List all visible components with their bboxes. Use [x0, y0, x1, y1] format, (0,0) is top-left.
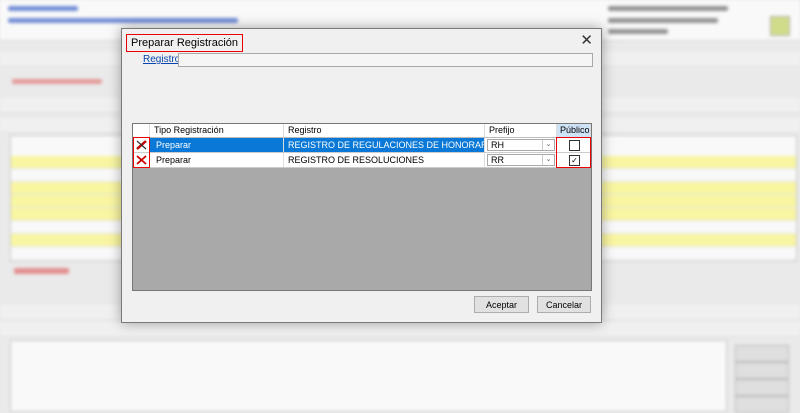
cell-registro[interactable]: REGISTRO DE REGULACIONES DE HONORARIOS — [284, 138, 485, 152]
grid-header: Tipo Registración Registro Prefijo Públi… — [133, 124, 591, 138]
table-row[interactable]: Preparar REGISTRO DE REGULACIONES DE HON… — [133, 138, 591, 153]
prefijo-value: RH — [491, 140, 504, 150]
registros-grid: Tipo Registración Registro Prefijo Públi… — [132, 123, 592, 291]
column-tipo-registracion[interactable]: Tipo Registración — [150, 124, 284, 137]
publico-highlight — [556, 137, 591, 168]
background-lower-table — [10, 340, 727, 412]
cell-prefijo: RR ⌄ — [485, 153, 557, 167]
cell-tipo[interactable]: Preparar — [150, 138, 284, 152]
prefijo-dropdown[interactable]: RH ⌄ — [487, 139, 555, 151]
cancelar-button[interactable]: Cancelar — [537, 296, 591, 313]
preparar-registracion-dialog: Preparar Registración ✕ Registro : Tipo … — [121, 28, 602, 323]
row-header-column — [133, 124, 150, 137]
aceptar-button[interactable]: Aceptar — [474, 296, 529, 313]
table-row[interactable]: Preparar REGISTRO DE RESOLUCIONES RR ⌄ ✓ — [133, 153, 591, 168]
cell-prefijo: RH ⌄ — [485, 138, 557, 152]
close-icon[interactable]: ✕ — [580, 31, 593, 49]
prefijo-dropdown[interactable]: RR ⌄ — [487, 154, 555, 166]
column-registro[interactable]: Registro — [284, 124, 485, 137]
registro-input[interactable] — [178, 53, 593, 67]
chevron-down-icon: ⌄ — [542, 155, 554, 165]
cell-registro[interactable]: REGISTRO DE RESOLUCIONES — [284, 153, 485, 167]
chevron-down-icon: ⌄ — [542, 140, 554, 150]
row-indicator-highlight — [133, 137, 150, 168]
dialog-title: Preparar Registración — [126, 34, 243, 52]
cell-tipo[interactable]: Preparar — [150, 153, 284, 167]
column-publico[interactable]: Público — [557, 124, 591, 137]
prefijo-value: RR — [491, 155, 504, 165]
background-app-icon — [770, 16, 790, 36]
column-prefijo[interactable]: Prefijo — [485, 124, 557, 137]
